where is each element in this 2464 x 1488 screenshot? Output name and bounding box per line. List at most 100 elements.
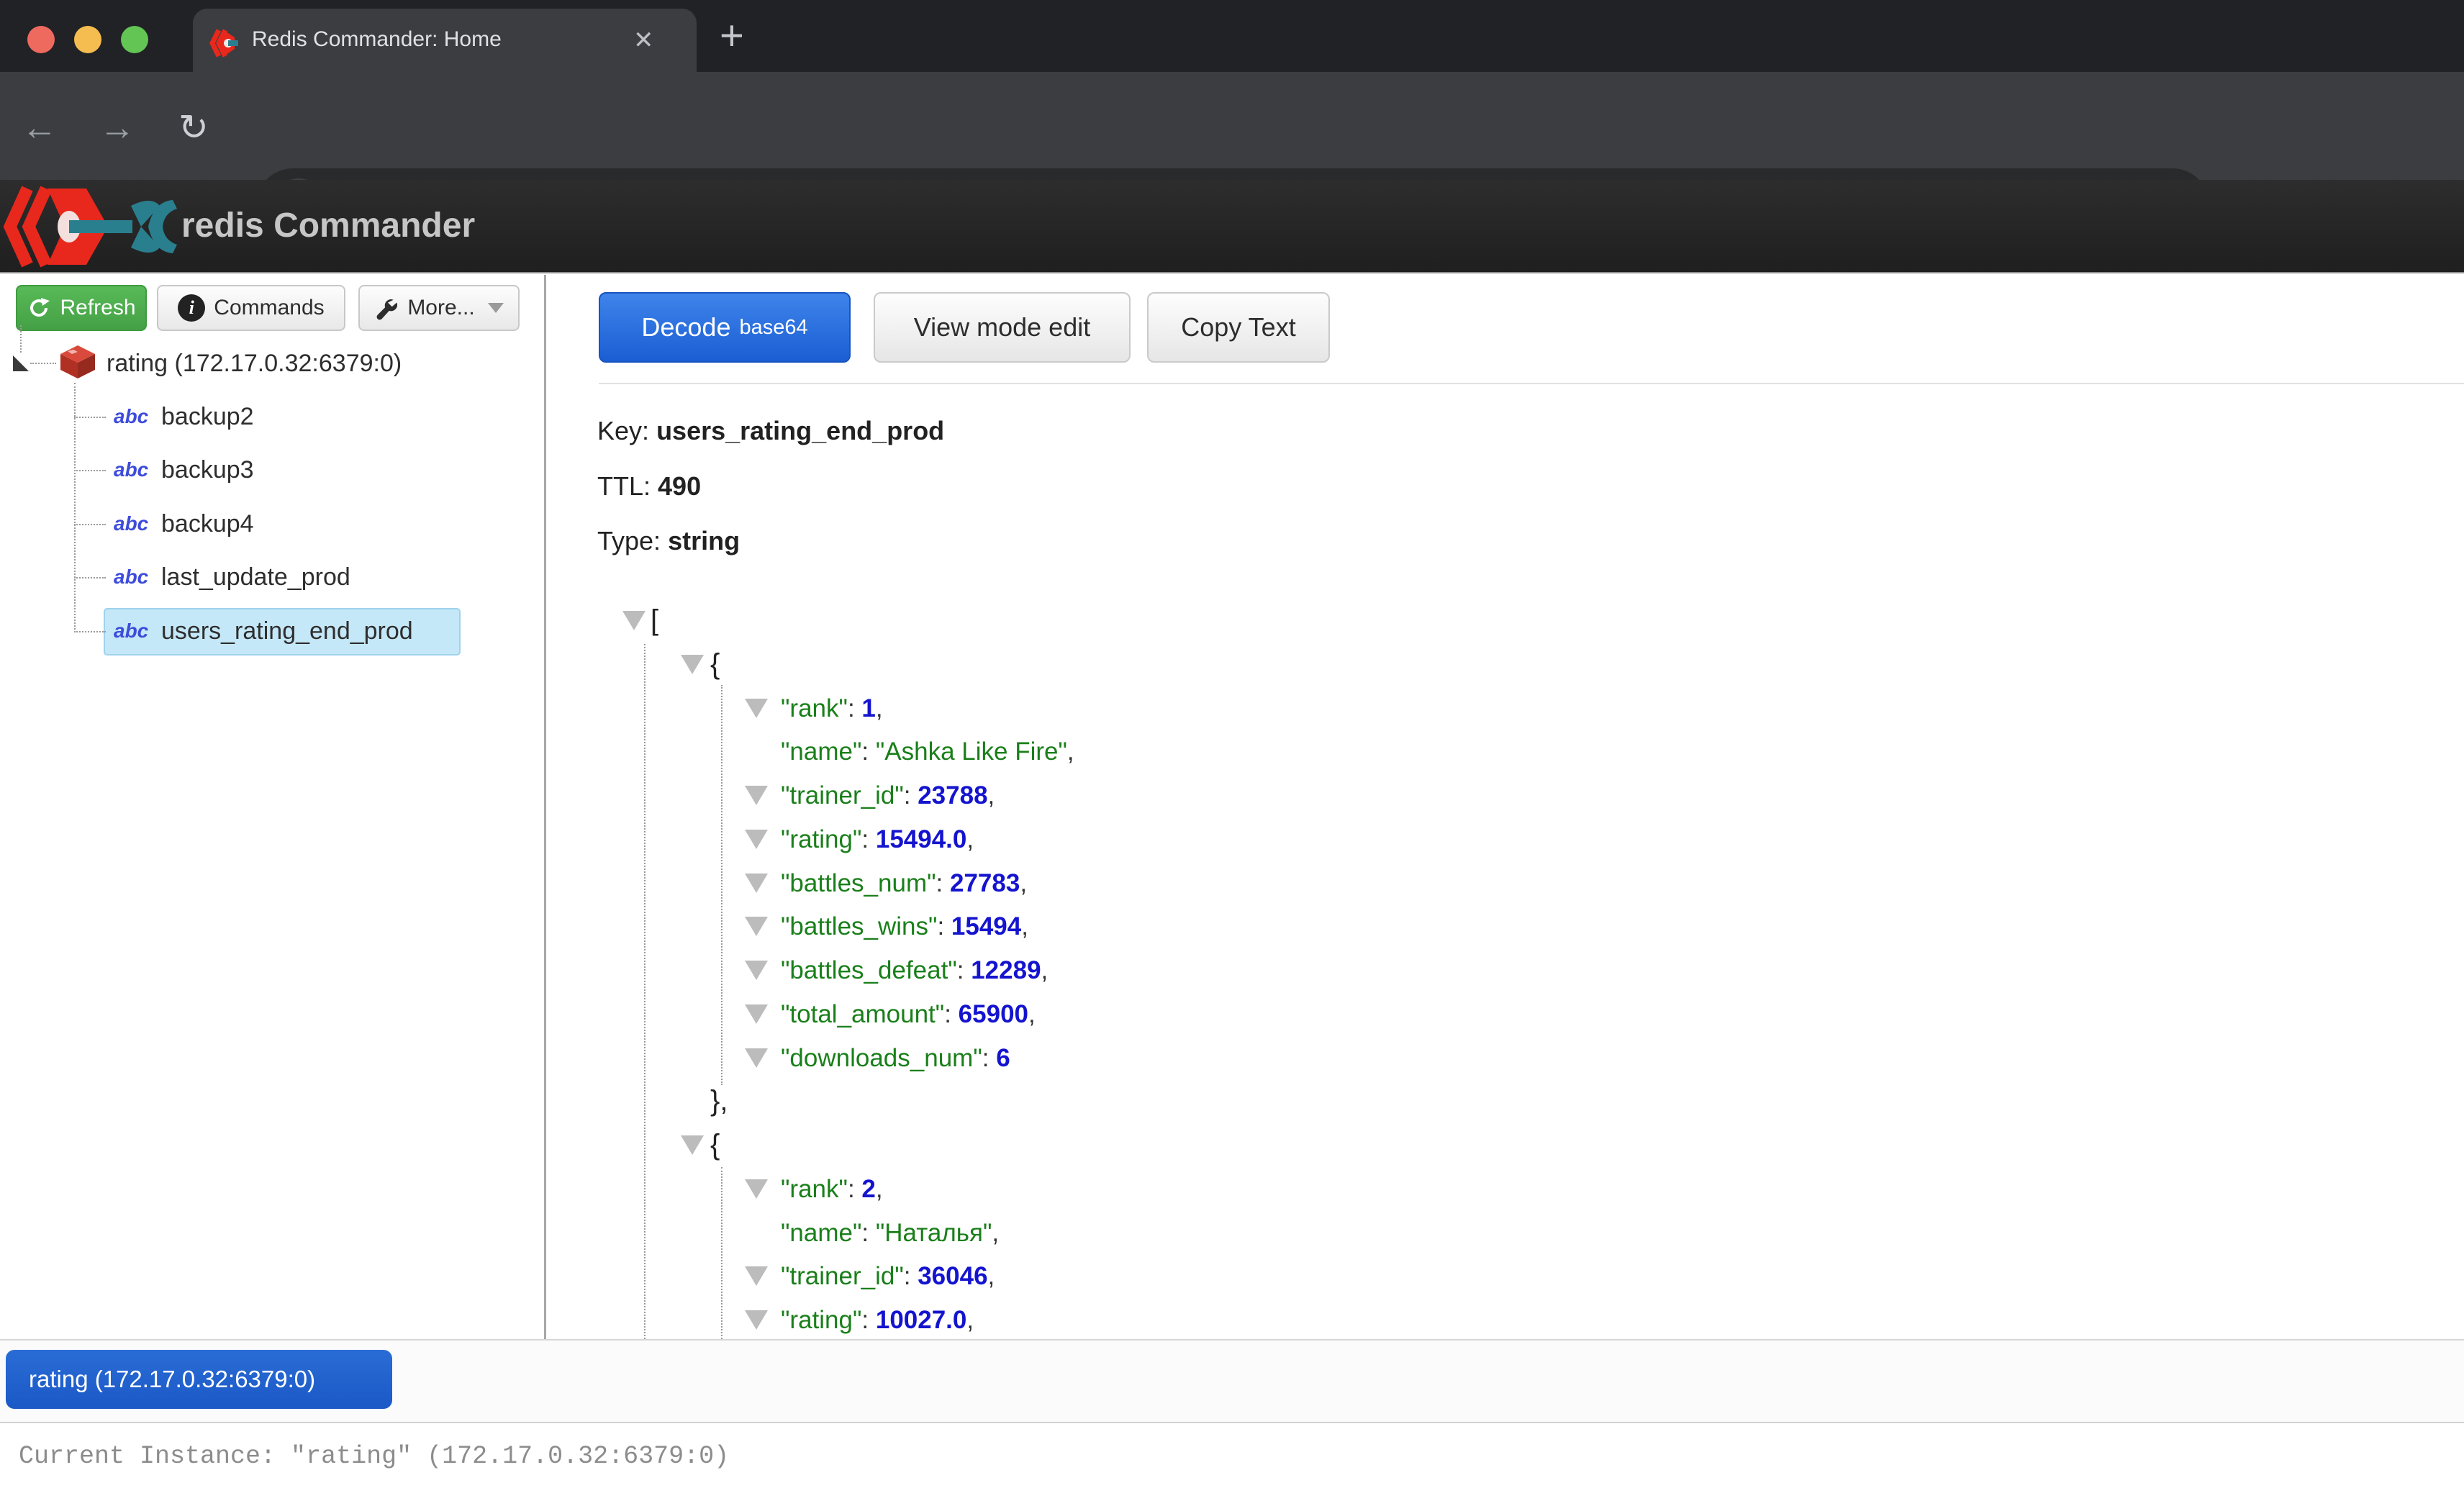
minimize-window-button[interactable] (74, 26, 101, 53)
tree-key-backup3[interactable]: abcbackup3 (0, 447, 544, 494)
json-row-text: "name": "Ashka Like Fire", (781, 730, 1074, 774)
collapse-triangle-icon[interactable] (745, 1310, 768, 1330)
json-row-text: }, (710, 1079, 728, 1124)
decode-label: Decode (641, 312, 730, 342)
json-row: "downloads_num": 6 (0, 1036, 2464, 1080)
tree-guide-stub (74, 470, 106, 471)
refresh-button[interactable]: Refresh (16, 285, 147, 331)
json-row-text: "trainer_id": 36046, (781, 1254, 995, 1298)
copy-text-label: Copy Text (1181, 312, 1295, 342)
tree-root-server[interactable]: rating (172.17.0.32:6379:0) (107, 350, 402, 378)
json-row: "name": "Ashka Like Fire", (0, 730, 2464, 774)
json-row-text: "rating": 10027.0, (781, 1298, 974, 1339)
browser-tab-strip: Redis Commander: Home ✕ + (0, 0, 2464, 72)
forward-icon[interactable]: → (99, 106, 135, 148)
json-row-text: "trainer_id": 23788, (781, 774, 995, 817)
json-row: { (0, 1123, 2464, 1167)
json-row-text: "rank": 2, (781, 1167, 883, 1211)
browser-toolbar: ← → ↻ https://redis.pokemonbattle.ru (0, 72, 2464, 180)
type-meta-row: Type: string (597, 526, 740, 556)
collapse-triangle-icon[interactable] (745, 699, 768, 718)
json-row-text: "battles_defeat": 12289, (781, 948, 1048, 992)
copy-text-button[interactable]: Copy Text (1147, 292, 1330, 363)
redis-favicon-icon (209, 27, 240, 59)
collapse-triangle-icon[interactable] (745, 1266, 768, 1286)
active-instance-label: rating (172.17.0.32:6379:0) (29, 1366, 315, 1393)
collapse-triangle-icon[interactable] (745, 874, 768, 893)
browser-tab[interactable]: Redis Commander: Home ✕ (193, 9, 697, 72)
ttl-value: 490 (658, 471, 701, 501)
collapse-triangle-icon[interactable] (681, 1135, 704, 1155)
sidebar-splitter[interactable] (544, 275, 546, 1339)
json-row: "rank": 2, (0, 1167, 2464, 1211)
view-mode-label: View mode edit (914, 312, 1090, 342)
json-row-text: "total_amount": 65900, (781, 992, 1036, 1036)
string-type-icon: abc (114, 458, 148, 481)
json-row: "battles_defeat": 12289, (0, 948, 2464, 992)
json-row: "battles_num": 27783, (0, 861, 2464, 905)
commands-label: Commands (214, 296, 324, 320)
close-tab-icon[interactable]: ✕ (633, 26, 654, 55)
wrench-icon (374, 296, 399, 320)
refresh-icon (27, 296, 51, 320)
type-label: Type: (597, 526, 661, 555)
back-icon[interactable]: ← (22, 106, 58, 148)
collapse-triangle-icon[interactable] (12, 354, 30, 373)
commands-button[interactable]: i Commands (157, 285, 345, 331)
new-tab-button[interactable]: + (720, 12, 744, 60)
collapse-triangle-icon[interactable] (745, 1004, 768, 1024)
zoom-window-button[interactable] (121, 26, 148, 53)
view-mode-edit-button[interactable]: View mode edit (874, 292, 1131, 363)
json-row: }, (0, 1079, 2464, 1123)
json-row: "name": "Наталья", (0, 1211, 2464, 1255)
json-row: "battles_wins": 15494, (0, 904, 2464, 948)
key-meta-row: Key: users_rating_end_prod (597, 416, 944, 446)
collapse-triangle-icon[interactable] (745, 917, 768, 936)
reload-icon[interactable]: ↻ (178, 106, 209, 148)
json-row-text: "battles_wins": 15494, (781, 904, 1028, 948)
redis-commander-page: { "browser": { "tab_title": "Redis Comma… (0, 0, 2464, 1488)
tree-key-backup4[interactable]: abcbackup4 (0, 501, 544, 548)
json-row-text: "rank": 1, (781, 686, 883, 730)
collapse-triangle-icon[interactable] (745, 830, 768, 849)
more-label: More... (407, 296, 474, 320)
json-row-text: { (710, 1123, 720, 1168)
redis-commander-logo-icon (3, 184, 180, 269)
json-row-text: "rating": 15494.0, (781, 817, 974, 861)
tree-guide-stub (74, 631, 106, 632)
tree-key-label: users_rating_end_prod (161, 617, 413, 645)
active-instance-button[interactable]: rating (172.17.0.32:6379:0) (6, 1350, 392, 1409)
tree-key-users_rating_end_prod[interactable]: abc users_rating_end_prod (0, 608, 544, 655)
collapse-triangle-icon[interactable] (745, 786, 768, 805)
json-row: "rating": 10027.0, (0, 1298, 2464, 1339)
tree-key-last_update_prod[interactable]: abclast_update_prod (0, 554, 544, 602)
json-row-text: "name": "Наталья", (781, 1211, 999, 1255)
tree-key-label: last_update_prod (161, 563, 350, 591)
collapse-triangle-icon[interactable] (745, 961, 768, 980)
close-window-button[interactable] (27, 26, 55, 53)
redis-db-cube-icon (59, 344, 96, 380)
json-row: "rating": 15494.0, (0, 817, 2464, 861)
decode-sublabel: base64 (739, 316, 807, 340)
tree-guide-stub (74, 577, 106, 579)
tree-guide-stub (74, 524, 106, 525)
string-type-icon: abc (114, 620, 148, 643)
tree-key-backup2[interactable]: abcbackup2 (0, 394, 544, 441)
collapse-triangle-icon[interactable] (622, 611, 646, 630)
collapse-triangle-icon[interactable] (745, 1179, 768, 1199)
instance-key-bar: rating (172.17.0.32:6379:0) (0, 1339, 2464, 1422)
json-row: "trainer_id": 36046, (0, 1254, 2464, 1298)
status-bar: Current Instance: "rating" (172.17.0.32:… (0, 1422, 2464, 1488)
ttl-meta-row: TTL: 490 (597, 471, 701, 502)
collapse-triangle-icon[interactable] (745, 1048, 768, 1068)
decode-base64-button[interactable]: Decode base64 (599, 292, 851, 363)
key-value: users_rating_end_prod (656, 416, 944, 445)
json-row-text: "downloads_num": 6 (781, 1036, 1010, 1080)
more-button[interactable]: More... (358, 285, 520, 331)
json-row-text: [ (651, 599, 658, 643)
string-type-icon: abc (114, 512, 148, 535)
json-row-text: "battles_num": 27783, (781, 861, 1027, 905)
collapse-triangle-icon[interactable] (681, 655, 704, 674)
info-icon: i (178, 294, 205, 322)
app-header: redis Commander (0, 180, 2464, 273)
